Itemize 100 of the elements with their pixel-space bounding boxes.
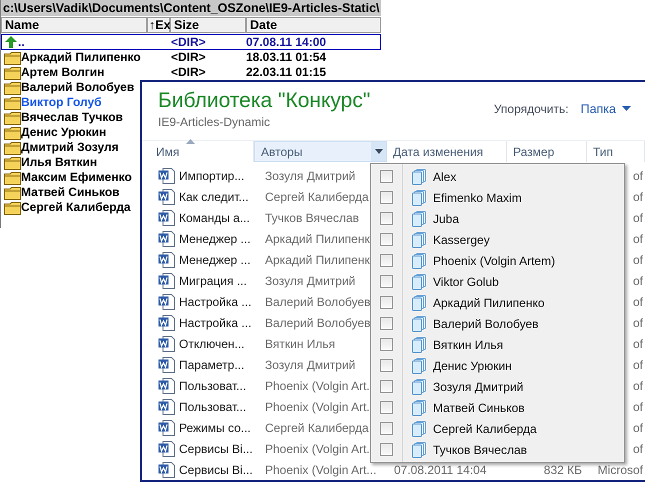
folder-name[interactable]: Вячеслав Тучков (21, 111, 123, 124)
author-cell-text: Зозуля Дмитрий (265, 358, 356, 372)
file-name[interactable]: Как следит... (179, 190, 265, 204)
size-cell: <DIR> (171, 66, 206, 79)
folder-name[interactable]: .. (18, 36, 25, 48)
type-cell: of (632, 378, 643, 392)
checkbox[interactable] (380, 422, 393, 435)
type-cell: Microsof (598, 462, 643, 476)
file-name[interactable]: Пользоват... (179, 378, 265, 392)
author-option[interactable]: Денис Урюкин (433, 358, 512, 372)
author-cell-text: Сергей Калиберда (265, 420, 370, 434)
file-name[interactable]: Настройка ... (179, 316, 265, 330)
checkbox[interactable] (380, 338, 393, 351)
column-header[interactable]: Size (170, 17, 246, 33)
file-name[interactable]: Пользоват... (179, 400, 265, 414)
library-title: Библиотека "Конкурс" (158, 89, 372, 113)
checkbox[interactable] (380, 380, 393, 393)
folder-icon (4, 50, 21, 64)
column-header[interactable]: Размер (507, 141, 587, 162)
file-name[interactable]: Менеджер ... (179, 252, 265, 266)
folder-name[interactable]: Максим Ефименко (21, 171, 132, 184)
folder-icon (4, 66, 21, 80)
file-name[interactable]: Команды а... (179, 210, 265, 224)
column-header[interactable]: Авторы (254, 141, 387, 162)
author-option[interactable]: Phoenix (Volgin Artem) (433, 254, 556, 268)
author-option[interactable]: Зозуля Дмитрий (433, 380, 524, 394)
file-name[interactable]: Менеджер ... (179, 232, 265, 246)
type-cell: of (632, 190, 643, 204)
folder-name[interactable]: Илья Вяткин (21, 156, 98, 169)
stack-icon (411, 232, 427, 248)
folder-name[interactable]: Валерий Волобуев (21, 81, 134, 94)
checkbox[interactable] (380, 212, 393, 225)
file-name[interactable]: Параметр... (179, 358, 265, 372)
author-cell-text: Аркадий Пилипенк (265, 232, 371, 246)
cursor-row[interactable]: .. <DIR> 07.08.11 14:00 (1, 34, 381, 50)
stack-icon (411, 210, 427, 226)
file-name[interactable]: Отключен... (179, 336, 265, 350)
author-option[interactable]: Alex (433, 170, 456, 184)
folder-name[interactable]: Сергей Калиберда (21, 201, 131, 214)
checkbox[interactable] (380, 296, 393, 309)
author-option[interactable]: Тучков Вячеслав (433, 442, 528, 456)
file-name[interactable]: Сервисы Bi... (179, 462, 265, 476)
file-name[interactable]: Настройка ... (179, 294, 265, 308)
document-icon (158, 420, 175, 436)
file-name[interactable]: Импортир... (179, 168, 265, 182)
library-subtitle: IE9-Articles-Dynamic (158, 115, 272, 129)
checkbox[interactable] (380, 275, 393, 288)
column-header[interactable]: Name (1, 17, 147, 33)
folder-name[interactable]: Дмитрий Зозуля (21, 141, 119, 154)
author-option[interactable]: Валерий Волобуев (433, 316, 539, 330)
document-icon (158, 252, 175, 268)
author-option[interactable]: Kassergey (433, 232, 490, 246)
file-name[interactable]: Сервисы Bi... (179, 442, 265, 456)
type-cell: of (632, 442, 643, 456)
checkbox[interactable] (380, 191, 393, 204)
checkbox[interactable] (380, 170, 393, 183)
folder-name[interactable]: Виктор Голуб (21, 96, 102, 109)
folder-icon (4, 200, 21, 214)
checkbox[interactable] (380, 233, 393, 246)
checkbox[interactable] (380, 401, 393, 414)
column-header[interactable]: Тип (587, 141, 645, 162)
checkbox[interactable] (380, 317, 393, 330)
file-name[interactable]: Миграция ... (179, 274, 265, 288)
document-icon (158, 356, 175, 372)
stack-icon (411, 420, 427, 436)
up-arrow-icon (4, 35, 18, 49)
author-option[interactable]: Сергей Калиберда (433, 422, 537, 436)
arrange-label: Упорядочить: (494, 102, 569, 116)
folder-name[interactable]: Денис Урюкин (21, 126, 106, 139)
author-option[interactable]: Efimenko Maxim (433, 190, 522, 204)
checkbox[interactable] (380, 254, 393, 267)
author-cell-text: Phoenix (Volgin Art. (265, 400, 371, 414)
arrange-dropdown[interactable]: Папка (580, 102, 631, 116)
caret-icon (622, 106, 631, 112)
document-icon (158, 440, 175, 456)
stack-icon (411, 274, 427, 290)
column-header[interactable]: ↑Ex (147, 17, 170, 33)
size-cell: <DIR> (171, 36, 206, 48)
folder-icon (4, 110, 21, 124)
folder-name[interactable]: Артем Волгин (21, 66, 104, 79)
folder-name[interactable]: Аркадий Пилипенко (21, 51, 141, 64)
document-icon (158, 272, 175, 288)
checkbox[interactable] (380, 359, 393, 372)
column-dropdown-button[interactable] (371, 142, 386, 161)
author-option[interactable]: Viktor Golub (433, 274, 499, 288)
checkbox[interactable] (380, 443, 393, 456)
type-cell: of (632, 210, 643, 224)
column-header[interactable]: Date (246, 17, 381, 33)
author-cell-text: Phoenix (Volgin Art. (265, 378, 371, 392)
column-header[interactable]: Дата изменения (387, 141, 507, 162)
author-cell: Phoenix (Volgin Art... (265, 462, 373, 476)
author-cell-text: Тучков Вячеслав (265, 210, 360, 224)
author-option[interactable]: Juba (433, 212, 460, 226)
author-option[interactable]: Вяткин Илья (433, 338, 504, 352)
file-name[interactable]: Режимы со... (179, 420, 265, 434)
author-option[interactable]: Аркадий Пилипенко (433, 296, 544, 310)
stack-icon (411, 442, 427, 458)
folder-name[interactable]: Матвей Синьков (21, 186, 120, 199)
folder-icon (4, 140, 21, 154)
author-option[interactable]: Матвей Синьков (433, 400, 525, 414)
